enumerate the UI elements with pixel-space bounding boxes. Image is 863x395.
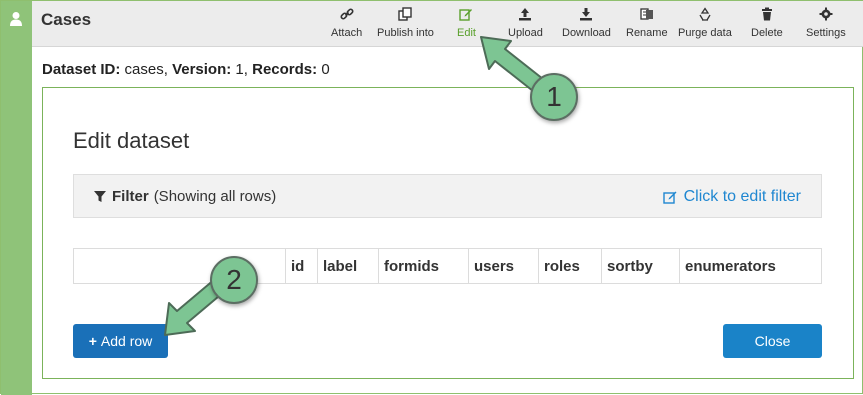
edit-button[interactable]: Edit bbox=[457, 7, 476, 43]
user-icon bbox=[9, 11, 23, 27]
purge-data-button[interactable]: Purge data bbox=[678, 7, 732, 43]
app-window: Cases Attach Publish into Edit Upload Do… bbox=[0, 0, 863, 395]
link-icon bbox=[340, 7, 354, 21]
upload-label: Upload bbox=[508, 27, 543, 39]
trash-icon bbox=[760, 7, 774, 21]
gear-icon bbox=[819, 7, 833, 21]
settings-label: Settings bbox=[806, 27, 846, 39]
column-header: users bbox=[468, 248, 539, 284]
settings-button[interactable]: Settings bbox=[806, 7, 846, 43]
rename-button[interactable]: Rename bbox=[626, 7, 668, 43]
callout-badge-two: 2 bbox=[210, 256, 258, 304]
column-header: roles bbox=[538, 248, 602, 284]
edit-icon bbox=[662, 190, 678, 204]
dataset-grid: id label formids users roles sortby enum… bbox=[73, 248, 822, 284]
callout-badge-one: 1 bbox=[530, 73, 578, 121]
close-button[interactable]: Close bbox=[723, 324, 822, 358]
attach-label: Attach bbox=[331, 27, 363, 39]
publish-into-label: Publish into bbox=[377, 27, 434, 39]
header-bar: Cases Attach Publish into Edit Upload Do… bbox=[32, 1, 863, 47]
filter-icon bbox=[94, 190, 106, 203]
filter-status: (Showing all rows) bbox=[153, 188, 277, 205]
rename-icon bbox=[640, 7, 654, 21]
column-header: label bbox=[317, 248, 379, 284]
version-label: Version: bbox=[172, 61, 232, 78]
filter-label: Filter bbox=[112, 188, 149, 205]
edit-label: Edit bbox=[457, 27, 476, 39]
edit-filter-link[interactable]: Click to edit filter bbox=[662, 188, 801, 206]
page-title: Cases bbox=[41, 10, 92, 29]
upload-icon bbox=[518, 7, 532, 21]
edit-icon bbox=[459, 7, 473, 21]
delete-button[interactable]: Delete bbox=[751, 7, 783, 43]
publish-into-button[interactable]: Publish into bbox=[377, 7, 434, 43]
grid-header-row: id label formids users roles sortby enum… bbox=[73, 248, 822, 284]
recycle-icon bbox=[698, 7, 712, 21]
dataset-info: Dataset ID: cases, Version: 1, Records: … bbox=[42, 61, 330, 78]
add-row-label: Add row bbox=[100, 333, 153, 349]
records-value: 0 bbox=[321, 61, 330, 78]
column-header: sortby bbox=[601, 248, 680, 284]
upload-button[interactable]: Upload bbox=[508, 7, 543, 43]
column-header: formids bbox=[378, 248, 469, 284]
version-value: 1, bbox=[235, 61, 248, 78]
add-row-button[interactable]: + Add row bbox=[73, 324, 168, 358]
modal-title: Edit dataset bbox=[73, 128, 190, 153]
download-icon bbox=[579, 7, 593, 21]
dataset-id-value: cases, bbox=[124, 61, 168, 78]
column-header: enumerators bbox=[679, 248, 822, 284]
plus-icon: + bbox=[88, 333, 97, 349]
edit-filter-label: Click to edit filter bbox=[683, 188, 801, 205]
download-button[interactable]: Download bbox=[562, 7, 611, 43]
column-header: id bbox=[285, 248, 318, 284]
filter-summary: Filter (Showing all rows) bbox=[94, 188, 276, 205]
copy-icon bbox=[398, 7, 413, 21]
dataset-id-label: Dataset ID: bbox=[42, 61, 121, 78]
edit-dataset-modal: Edit dataset Filter (Showing all rows) C… bbox=[42, 87, 854, 379]
side-strip bbox=[1, 1, 32, 395]
rename-label: Rename bbox=[626, 27, 668, 39]
purge-data-label: Purge data bbox=[678, 27, 732, 39]
filter-bar: Filter (Showing all rows) Click to edit … bbox=[73, 174, 822, 218]
delete-label: Delete bbox=[751, 27, 783, 39]
records-label: Records: bbox=[252, 61, 318, 78]
download-label: Download bbox=[562, 27, 611, 39]
attach-button[interactable]: Attach bbox=[331, 7, 362, 43]
